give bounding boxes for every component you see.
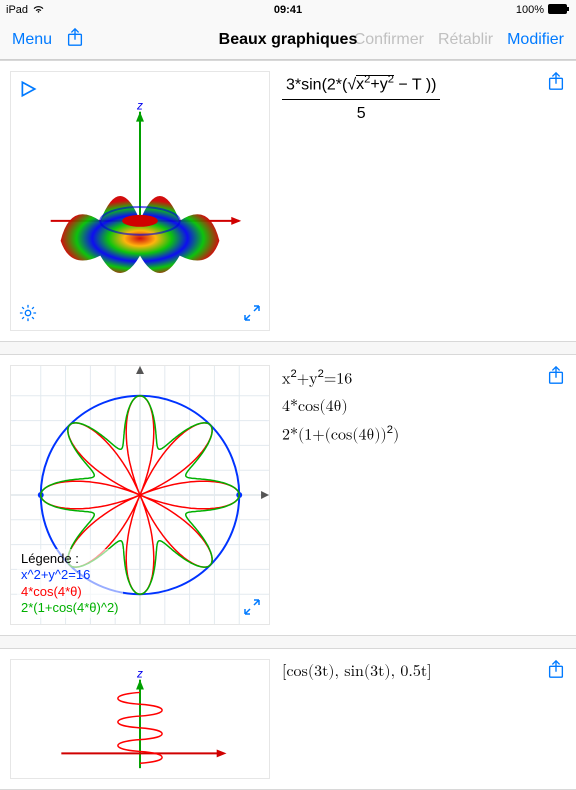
status-time: 09:41 bbox=[274, 4, 302, 16]
modifier-button[interactable]: Modifier bbox=[507, 31, 564, 49]
axis-z-label: z bbox=[136, 667, 143, 681]
formula-text[interactable]: [cos(3t), sin(3t), 0.5t] bbox=[282, 659, 534, 779]
share-card-icon[interactable] bbox=[546, 71, 566, 95]
plot-legend: Légende : x^2+y^2=16 4*cos(4*θ) 2*(1+cos… bbox=[17, 549, 123, 618]
plot-polar[interactable]: Légende : x^2+y^2=16 4*cos(4*θ) 2*(1+cos… bbox=[10, 365, 270, 625]
graph-card: Légende : x^2+y^2=16 4*cos(4*θ) 2*(1+cos… bbox=[0, 354, 576, 636]
formula-text[interactable]: 3*sin(2*(√x2+y2 − T ))5 bbox=[282, 71, 534, 331]
formula-text[interactable]: x2+y2=164*cos(4θ)2*(1+(cos(4θ))2) bbox=[282, 365, 534, 625]
graph-card: z [cos(3t), sin(3t), 0.5t] bbox=[0, 648, 576, 790]
expand-icon[interactable] bbox=[241, 302, 263, 324]
legend-item: x^2+y^2=16 bbox=[21, 567, 119, 583]
battery-pct: 100% bbox=[516, 4, 544, 16]
nav-bar: Menu Beaux graphiques Confirmer Rétablir… bbox=[0, 20, 576, 60]
battery-icon bbox=[548, 4, 570, 17]
page-title: Beaux graphiques bbox=[219, 31, 358, 49]
legend-item: 4*cos(4*θ) bbox=[21, 584, 119, 600]
share-card-icon[interactable] bbox=[546, 659, 566, 683]
legend-item: 2*(1+cos(4*θ)^2) bbox=[21, 600, 119, 616]
legend-title: Légende : bbox=[21, 551, 119, 567]
settings-gear-icon[interactable] bbox=[17, 302, 39, 324]
plot-3d-surface[interactable]: z bbox=[10, 71, 270, 331]
retablir-button: Rétablir bbox=[438, 31, 493, 49]
status-bar: iPad 09:41 100% bbox=[0, 0, 576, 20]
wifi-icon bbox=[32, 4, 45, 17]
play-button[interactable] bbox=[17, 78, 39, 100]
share-button-top[interactable] bbox=[66, 27, 84, 52]
carrier-label: iPad bbox=[6, 4, 28, 16]
axis-z-label: z bbox=[136, 99, 143, 113]
menu-button[interactable]: Menu bbox=[12, 31, 52, 49]
share-card-icon[interactable] bbox=[546, 365, 566, 389]
confirm-button: Confirmer bbox=[354, 31, 424, 49]
graph-card: z 3*sin(2*(√x2+y2 − T ))5 bbox=[0, 60, 576, 342]
plot-helix[interactable]: z bbox=[10, 659, 270, 779]
expand-icon[interactable] bbox=[241, 596, 263, 618]
